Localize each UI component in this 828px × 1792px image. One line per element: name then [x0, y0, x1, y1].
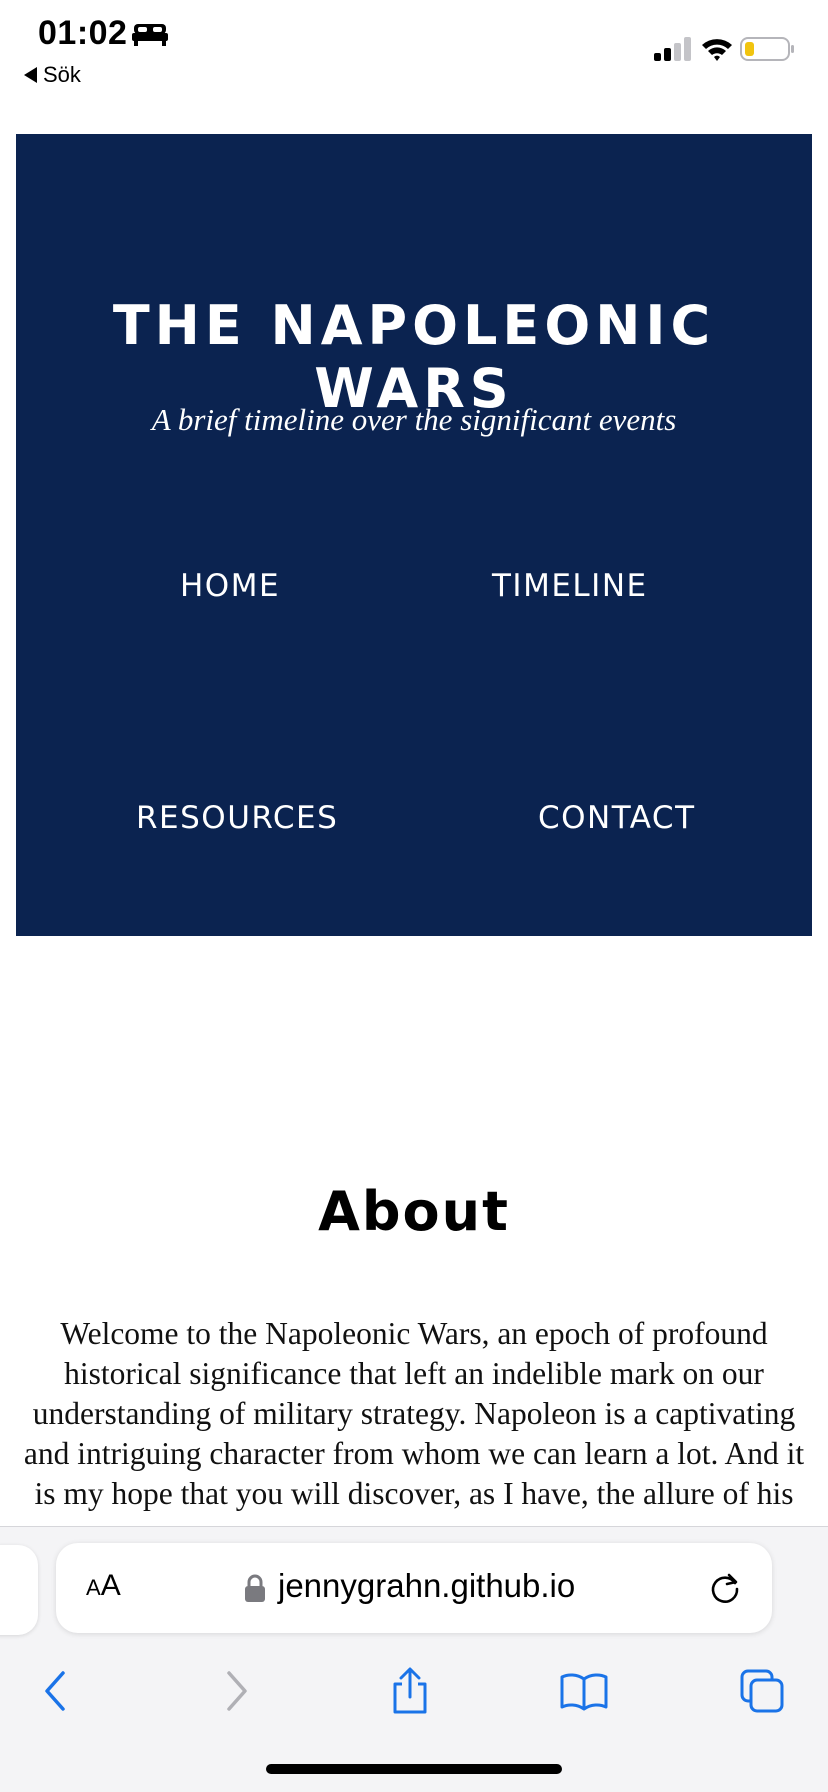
- share-button[interactable]: [382, 1663, 438, 1719]
- wifi-icon: [702, 39, 732, 61]
- cellular-signal-icon: [654, 37, 691, 61]
- hero-header: THE NAPOLEONIC WARS A brief timeline ove…: [16, 134, 812, 936]
- bed-icon: [132, 24, 168, 46]
- reader-settings-button[interactable]: AA: [86, 1569, 121, 1603]
- browser-toolbar: [0, 1653, 828, 1733]
- previous-tab-preview[interactable]: [0, 1545, 38, 1635]
- bookmarks-icon: [560, 1673, 608, 1711]
- nav-link-home[interactable]: HOME: [180, 568, 280, 604]
- status-time: 01:02: [38, 14, 128, 52]
- back-to-app-button[interactable]: Sök: [24, 62, 81, 88]
- nav-link-contact[interactable]: CONTACT: [538, 800, 696, 836]
- forward-icon: [227, 1671, 247, 1711]
- about-paragraph: Welcome to the Napoleonic Wars, an epoch…: [23, 1316, 805, 1511]
- back-icon: [45, 1671, 65, 1711]
- bookmarks-button[interactable]: [556, 1663, 612, 1719]
- tabs-button[interactable]: [734, 1663, 790, 1719]
- url-text[interactable]: jennygrahn.github.io: [278, 1567, 575, 1605]
- back-triangle-icon: [24, 67, 37, 83]
- status-bar: 01:02 Sök: [0, 0, 828, 96]
- site-subtitle: A brief timeline over the significant ev…: [151, 402, 677, 437]
- tabs-icon: [740, 1669, 784, 1713]
- back-button[interactable]: [28, 1663, 84, 1719]
- reload-icon[interactable]: [708, 1571, 742, 1605]
- about-heading: About: [318, 1180, 510, 1243]
- share-icon: [393, 1667, 427, 1714]
- home-indicator[interactable]: [266, 1764, 562, 1774]
- nav-link-timeline[interactable]: TIMELINE: [492, 568, 648, 604]
- address-bar[interactable]: AA jennygrahn.github.io: [56, 1543, 772, 1633]
- battery-icon: [740, 37, 794, 61]
- lock-icon: [245, 1574, 265, 1602]
- browser-bottom-bar: AA jennygrahn.github.io: [0, 1526, 828, 1792]
- forward-button[interactable]: [208, 1663, 264, 1719]
- nav-link-resources[interactable]: RESOURCES: [136, 800, 338, 836]
- back-app-label: Sök: [43, 62, 81, 87]
